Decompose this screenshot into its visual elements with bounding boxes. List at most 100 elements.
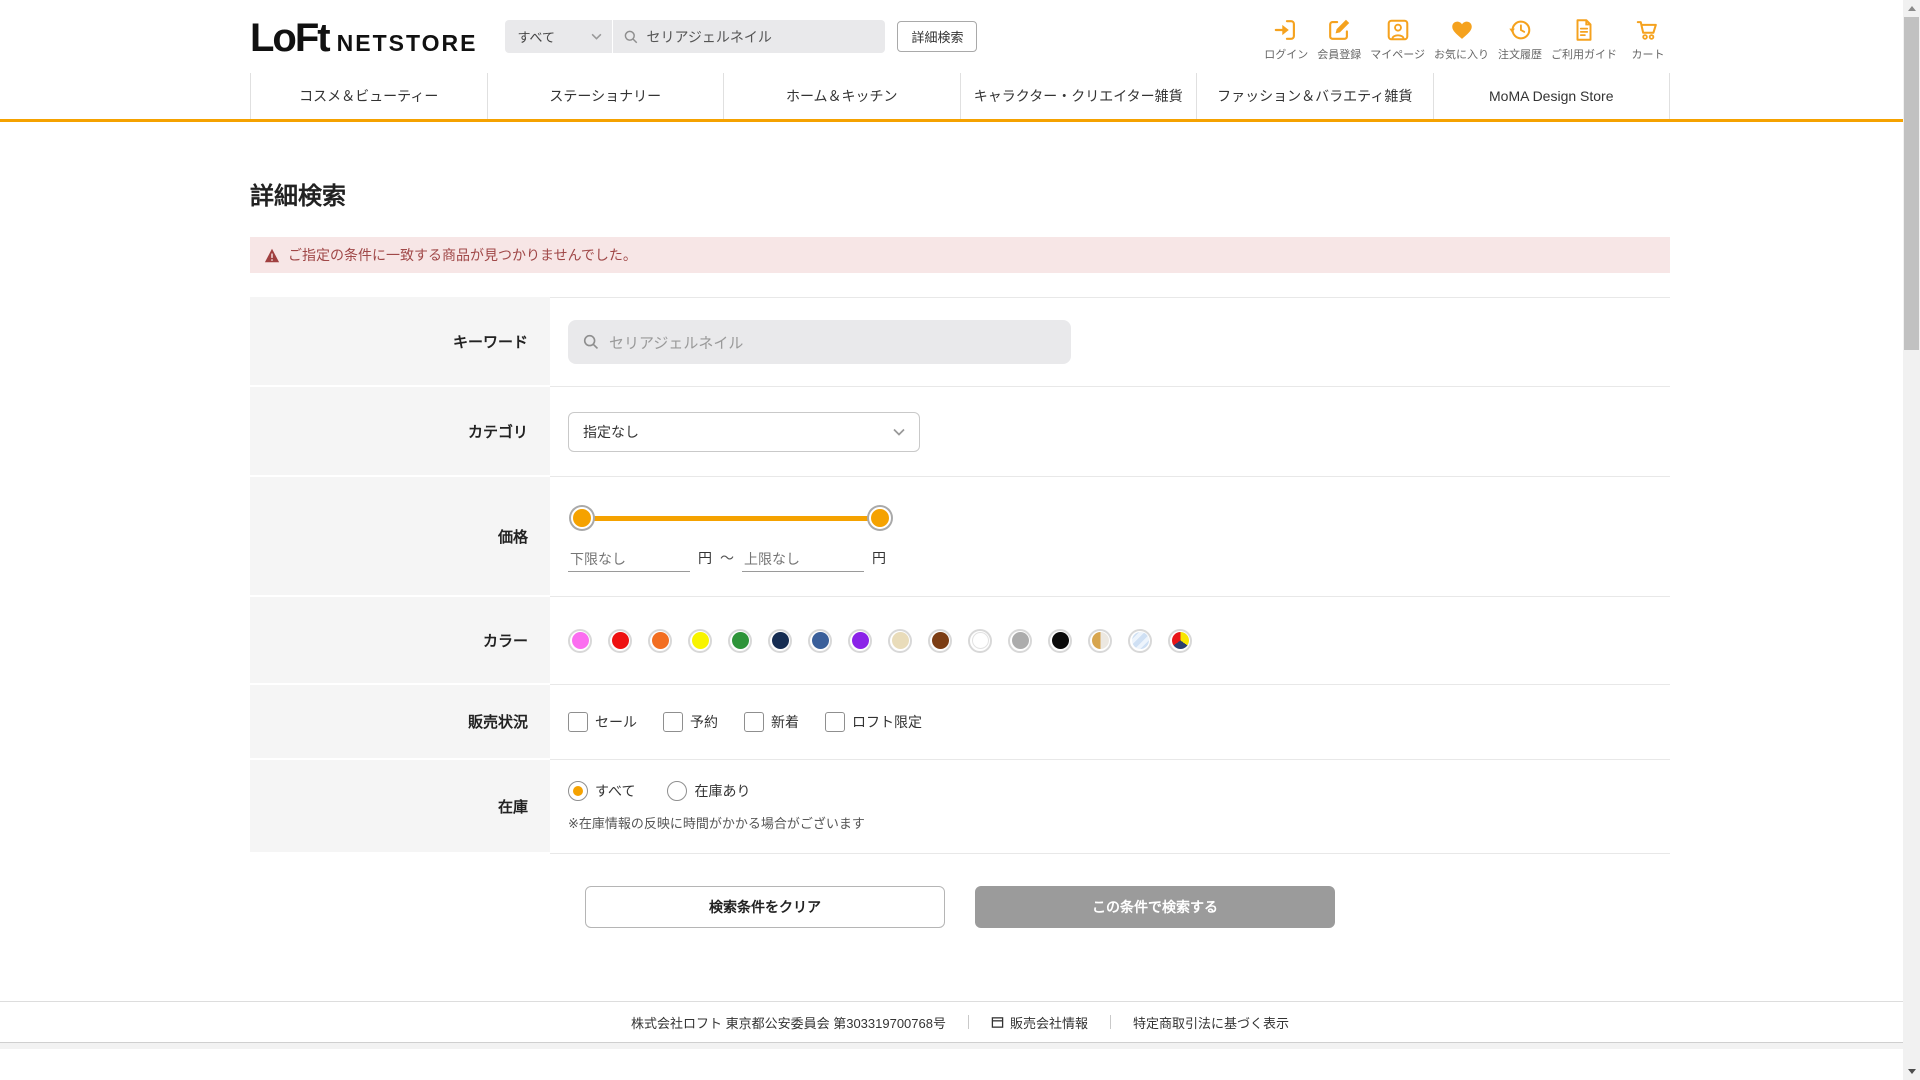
loft-limited-checkbox[interactable] (825, 712, 845, 732)
color-label: カラー (250, 597, 550, 685)
header-search-input[interactable] (646, 28, 876, 45)
color-swatch-clear[interactable] (1128, 628, 1152, 653)
heart-icon (1449, 17, 1475, 43)
footer-company-text: 株式会社ロフト 東京都公安委員会 第303319700768号 (630, 1015, 946, 1031)
nav-item-stationery[interactable]: ステーショナリー (486, 73, 724, 119)
vertical-scrollbar[interactable] (1903, 0, 1920, 1080)
search-category-select[interactable]: すべて (505, 20, 614, 53)
color-swatch-purple[interactable] (848, 628, 872, 653)
register-link[interactable]: 会員登録 (1317, 17, 1361, 62)
color-swatch-black[interactable] (1048, 628, 1072, 653)
stock-label: 在庫 (250, 760, 550, 854)
color-swatch-yellow[interactable] (688, 628, 712, 653)
mypage-link[interactable]: マイページ (1370, 17, 1425, 62)
category-select[interactable]: 指定なし (568, 411, 920, 452)
color-swatch-pink[interactable] (568, 628, 592, 653)
nav-item-character[interactable]: キャラクター・クリエイター雑貨 (959, 73, 1197, 119)
stock-options: すべて 在庫あり (568, 781, 1670, 801)
category-select-value: 指定なし (583, 423, 639, 440)
price-min-input[interactable] (568, 546, 690, 572)
header-quick-links: ログイン 会員登録 マイページ お気に入り 注文履歴 ご利用ガイド カート (1264, 11, 1670, 62)
price-max-input[interactable] (742, 546, 864, 572)
footer-link-commercial-law[interactable]: 特定商取引法に基づく表示 (1111, 1013, 1311, 1032)
page-title: 詳細検索 (250, 183, 346, 210)
stock-all-radio[interactable] (568, 781, 588, 801)
checkbox-item-reservation: 予約 (663, 712, 718, 732)
color-swatch-green[interactable] (728, 628, 752, 653)
color-swatch-navy[interactable] (768, 628, 792, 653)
radio-item-all: すべて (568, 781, 635, 801)
logo-loft-text: LoFt (250, 16, 331, 60)
no-results-message: ご指定の条件に一致する商品が見つかりませんでした。 (288, 247, 637, 263)
order-history-link[interactable]: 注文履歴 (1498, 17, 1542, 62)
price-slider-min-handle[interactable] (571, 507, 593, 529)
price-slider-max-handle[interactable] (869, 507, 891, 529)
color-swatches (568, 628, 1670, 653)
site-header: LoFt NETSTORE すべて セリアジェルネイル 詳細検索 ログイン 会員… (0, 0, 1920, 73)
reservation-checkbox[interactable] (663, 712, 683, 732)
new-arrival-checkbox[interactable] (744, 712, 764, 732)
category-label: カテゴリ (250, 387, 550, 477)
color-swatch-multicolor[interactable] (1168, 628, 1192, 653)
color-swatch-white[interactable] (968, 628, 992, 653)
form-actions: 検索条件をクリア この条件で検索する (250, 886, 1670, 928)
form-row-stock: 在庫 すべて 在庫あり ※在庫情報の反映に時間がかかる場合がございます (250, 760, 1670, 854)
color-swatch-brown[interactable] (928, 628, 952, 653)
logo-netstore-text: NETSTORE (336, 30, 478, 56)
favorites-link[interactable]: お気に入り (1434, 17, 1489, 62)
search-category-value: すべて (517, 30, 556, 45)
checkbox-item-sale: セール (568, 712, 637, 732)
register-icon (1326, 17, 1352, 43)
site-logo[interactable]: LoFt NETSTORE (250, 16, 477, 61)
new-arrival-checkbox-label: 新着 (771, 714, 799, 730)
chevron-down-icon (893, 428, 905, 436)
scrollbar-thumb[interactable] (1904, 17, 1919, 350)
price-separator: ～ (720, 549, 734, 566)
checkbox-item-new: 新着 (744, 712, 799, 732)
no-results-alert: ご指定の条件に一致する商品が見つかりませんでした。 (250, 237, 1670, 273)
color-swatch-red[interactable] (608, 628, 632, 653)
login-link[interactable]: ログイン (1264, 17, 1308, 62)
form-row-color: カラー (250, 597, 1670, 685)
scroll-down-arrow[interactable] (1903, 1063, 1920, 1080)
footer-link-seller-info[interactable]: 販売会社情報 (969, 1013, 1110, 1032)
form-row-keyword: キーワード (250, 297, 1670, 387)
color-swatch-blue[interactable] (808, 628, 832, 653)
order-history-label: 注文履歴 (1498, 49, 1542, 61)
storefront-icon (991, 1016, 1004, 1029)
search-with-conditions-button[interactable]: この条件で検索する (975, 886, 1335, 928)
advanced-search-form: キーワード カテゴリ 指定なし (250, 297, 1670, 854)
nav-item-cosmetics[interactable]: コスメ＆ビューティー (250, 73, 487, 119)
clear-conditions-button[interactable]: 検索条件をクリア (585, 886, 945, 928)
nav-item-moma[interactable]: MoMA Design Store (1432, 73, 1670, 119)
cart-link[interactable]: カート (1626, 17, 1670, 62)
detail-search-button[interactable]: 詳細検索 (897, 21, 978, 52)
login-icon (1273, 17, 1299, 43)
sale-checkbox[interactable] (568, 712, 588, 732)
color-swatch-gray[interactable] (1008, 628, 1032, 653)
form-row-sales-status: 販売状況 セール 予約 新着 ロフト限定 (250, 685, 1670, 760)
sales-status-options: セール 予約 新着 ロフト限定 (568, 712, 1670, 732)
mypage-icon (1385, 17, 1411, 43)
price-label: 価格 (250, 477, 550, 597)
keyword-input[interactable] (609, 333, 1057, 351)
stock-available-radio[interactable] (667, 781, 688, 801)
nav-item-home-kitchen[interactable]: ホーム＆キッチン (723, 73, 960, 119)
color-swatch-beige[interactable] (888, 628, 912, 653)
stock-note: ※在庫情報の反映に時間がかかる場合がございます (568, 816, 865, 831)
stock-available-radio-label: 在庫あり (694, 783, 751, 799)
radio-item-in-stock: 在庫あり (667, 781, 750, 801)
guide-link[interactable]: ご利用ガイド (1551, 17, 1617, 62)
chevron-down-icon (591, 33, 602, 40)
login-label: ログイン (1264, 49, 1309, 61)
scroll-up-arrow[interactable] (1903, 0, 1920, 17)
form-row-category: カテゴリ 指定なし (250, 387, 1670, 477)
color-swatch-orange[interactable] (648, 628, 672, 653)
nav-item-fashion[interactable]: ファッション＆バラエティ雑貨 (1196, 73, 1433, 119)
keyword-input-box (568, 320, 1071, 364)
color-swatch-gold-silver[interactable] (1088, 628, 1112, 653)
reservation-checkbox-label: 予約 (690, 714, 718, 730)
price-range-slider[interactable] (571, 507, 891, 529)
sale-checkbox-label: セール (595, 714, 637, 730)
cart-label: カート (1631, 49, 1665, 61)
